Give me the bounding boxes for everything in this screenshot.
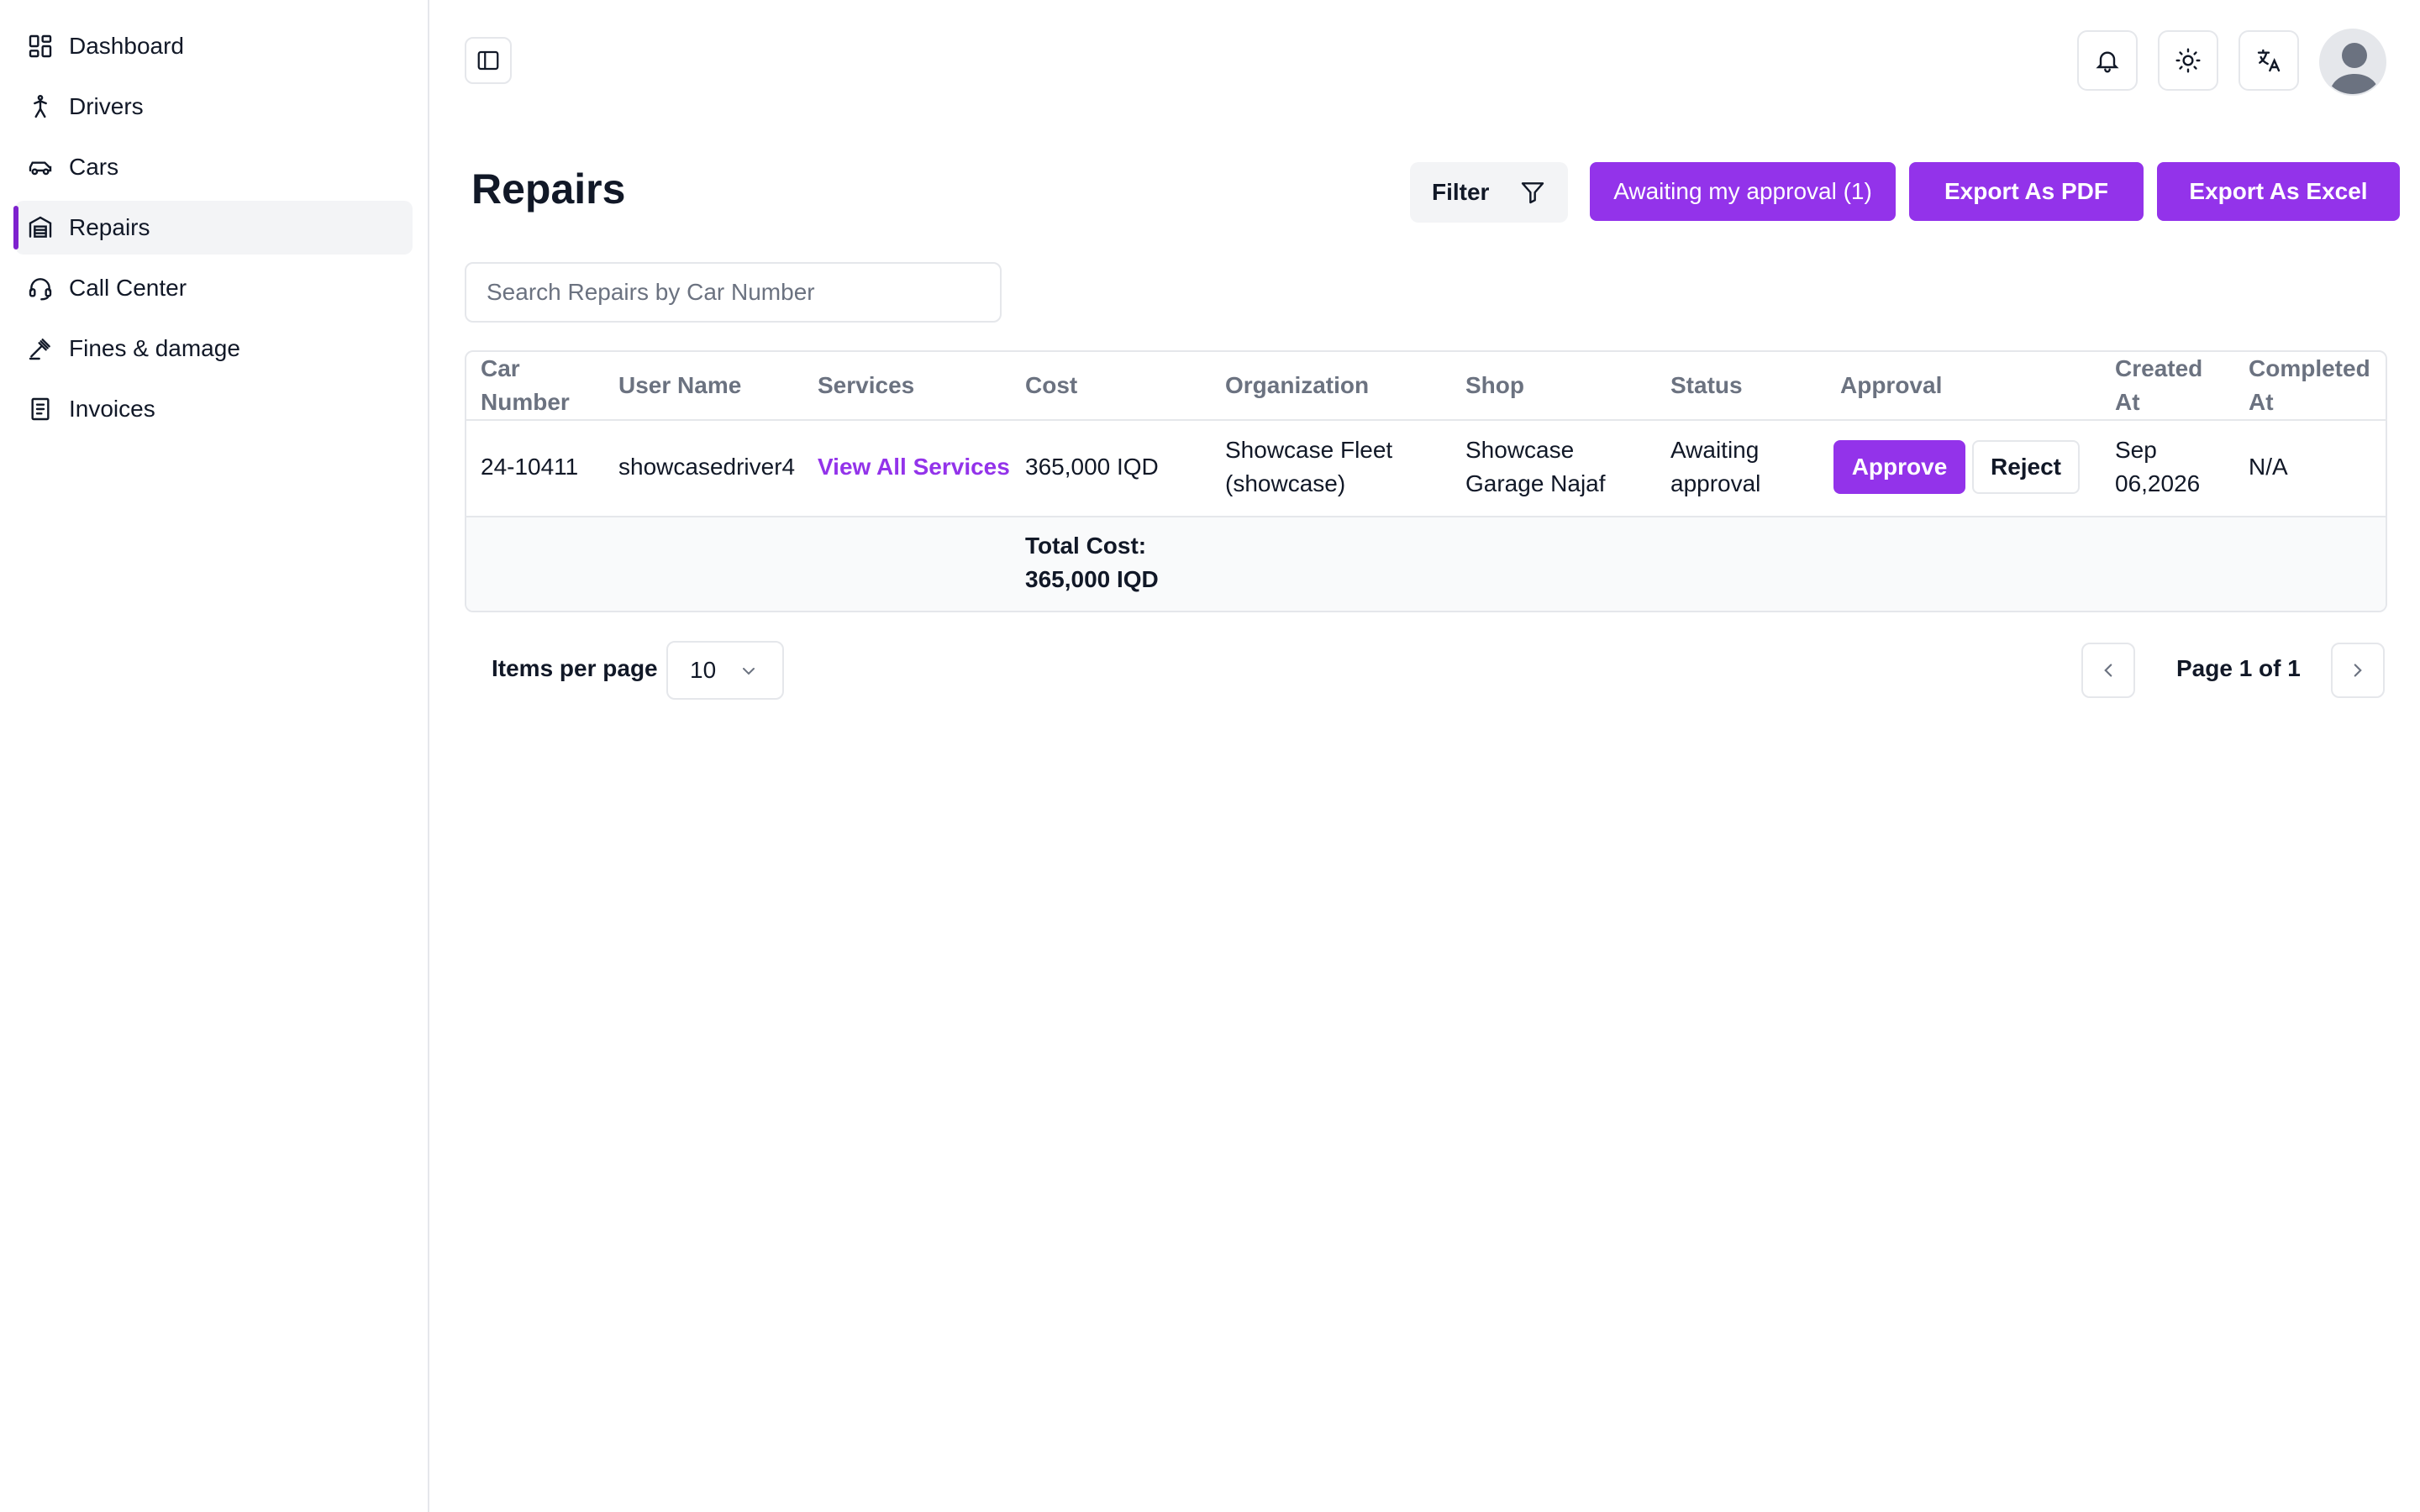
sidebar-item-label: Invoices (69, 396, 155, 422)
column-header-completed-at[interactable]: Completed At (2249, 352, 2370, 419)
chevron-left-icon (2104, 664, 2112, 677)
sidebar-item-call-center[interactable]: Call Center (15, 261, 413, 315)
column-header-approval[interactable]: Approval (1840, 369, 1942, 402)
sidebar-item-label: Drivers (69, 93, 144, 119)
export-excel-button[interactable]: Export As Excel (2157, 162, 2400, 221)
user-avatar[interactable] (2319, 29, 2386, 96)
sidebar-item-dashboard[interactable]: Dashboard (15, 19, 413, 73)
sidebar-item-label: Fines & damage (69, 335, 240, 361)
column-header-status[interactable]: Status (1670, 369, 1743, 402)
column-header-organization[interactable]: Organization (1225, 369, 1369, 402)
column-header-user-name[interactable]: User Name (618, 369, 741, 402)
bell-icon (2096, 51, 2119, 73)
sidebar-item-fines-damage[interactable]: Fines & damage (15, 322, 413, 375)
sidebar-item-drivers[interactable]: Drivers (15, 80, 413, 134)
table-footer-row: Total Cost: 365,000 IQD (466, 516, 2386, 611)
headset-icon (27, 275, 54, 302)
cell-shop: Showcase Garage Najaf (1465, 437, 1606, 496)
sidebar: Dashboard Drivers Cars Repairs Call Cent… (0, 0, 429, 1512)
sidebar-item-repairs[interactable]: Repairs (13, 201, 413, 255)
cell-completed-at: N/A (2249, 454, 2288, 480)
column-header-shop[interactable]: Shop (1465, 369, 1524, 402)
language-button[interactable] (2238, 30, 2299, 91)
cell-user-name: showcasedriver4 (618, 454, 796, 480)
column-header-cost[interactable]: Cost (1025, 369, 1077, 402)
funnel-icon (1521, 182, 1544, 204)
person-walking-icon (27, 93, 54, 120)
theme-toggle-button[interactable] (2158, 30, 2218, 91)
sidebar-toggle-button[interactable] (465, 37, 512, 84)
invoice-icon (27, 396, 54, 423)
column-header-created-at[interactable]: Created At (2115, 352, 2202, 419)
translate-icon (2257, 49, 2281, 72)
approve-button[interactable]: Approve (1833, 440, 1965, 494)
sidebar-item-label: Cars (69, 154, 119, 180)
items-per-page-value: 10 (690, 657, 717, 683)
header-divider (466, 419, 2386, 421)
page-title: Repairs (471, 165, 626, 213)
sun-icon (2175, 48, 2201, 73)
cell-status: Awaiting approval (1670, 437, 1761, 496)
cell-cost: 365,000 IQD (1025, 454, 1159, 480)
notifications-button[interactable] (2077, 30, 2138, 91)
total-cost: Total Cost: 365,000 IQD (1025, 529, 1159, 596)
chevron-right-icon (2354, 664, 2362, 677)
gavel-icon (27, 335, 54, 362)
page-info: Page 1 of 1 (2176, 655, 2301, 681)
items-per-page-label: Items per page (492, 655, 658, 681)
user-icon (2329, 43, 2380, 94)
sidebar-item-cars[interactable]: Cars (15, 140, 413, 194)
repairs-table: Car Number User Name Services Cost Organ… (465, 350, 2387, 612)
chevron-down-icon (743, 668, 755, 675)
filter-label: Filter (1432, 179, 1490, 205)
awaiting-approval-button[interactable]: Awaiting my approval (1) (1590, 162, 1896, 221)
cell-car-number: 24-10411 (481, 454, 579, 480)
total-cost-value: 365,000 IQD (1025, 566, 1159, 592)
sidebar-panel-icon (477, 50, 499, 71)
sidebar-item-label: Repairs (69, 214, 150, 240)
garage-icon (27, 214, 54, 241)
sidebar-item-invoices[interactable]: Invoices (15, 382, 413, 436)
total-cost-label: Total Cost: (1025, 533, 1147, 559)
car-icon (27, 154, 54, 181)
filter-button[interactable]: Filter (1410, 162, 1568, 223)
items-per-page-select[interactable]: 10 (666, 641, 784, 700)
previous-page-button[interactable] (2081, 643, 2135, 698)
column-header-services[interactable]: Services (818, 369, 914, 402)
dashboard-icon (27, 33, 54, 60)
search-input[interactable] (465, 262, 1002, 323)
view-all-services-link[interactable]: View All Services (818, 450, 1010, 484)
cell-organization: Showcase Fleet (showcase) (1225, 437, 1393, 496)
cell-created-at: Sep 06,2026 (2115, 437, 2201, 496)
next-page-button[interactable] (2331, 643, 2385, 698)
export-pdf-button[interactable]: Export As PDF (1909, 162, 2144, 221)
column-header-car-number[interactable]: Car Number (481, 352, 570, 419)
sidebar-item-label: Dashboard (69, 33, 184, 59)
reject-button[interactable]: Reject (1972, 440, 2080, 494)
sidebar-item-label: Call Center (69, 275, 187, 301)
